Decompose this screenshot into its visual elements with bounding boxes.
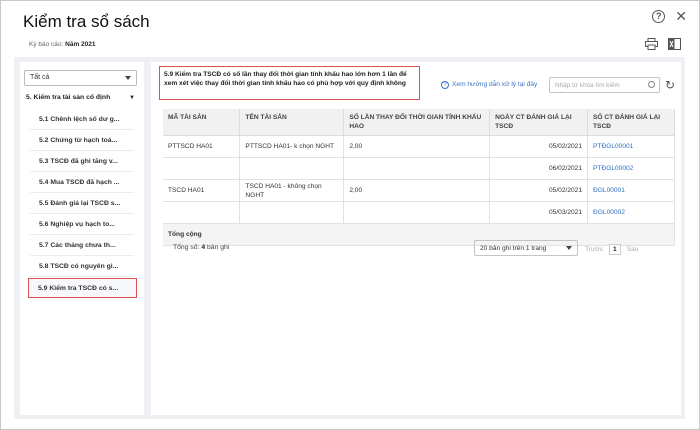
revaluation-date: 06/02/2021 [489, 157, 589, 180]
asset-code [163, 157, 241, 180]
pagination: Trước 1 Sau [585, 244, 638, 255]
change-count [343, 201, 491, 224]
asset-name [239, 157, 345, 180]
dialog-title: Kiểm tra sổ sách [23, 12, 150, 31]
sidebar-item-5-7[interactable]: 5.7 Các tháng chưa th... [30, 236, 134, 256]
period-value: Năm 2021 [65, 41, 96, 48]
revaluation-doc-link[interactable]: PTĐGL00002 [587, 157, 675, 180]
close-icon[interactable]: ✕ [675, 9, 687, 23]
help-icon[interactable]: ? [652, 10, 666, 23]
refresh-icon[interactable]: ↻ [665, 78, 675, 92]
total-label: Tổng cộng [163, 223, 675, 246]
current-page[interactable]: 1 [609, 244, 621, 255]
chevron-down-icon [566, 246, 572, 250]
search-icon[interactable] [648, 81, 655, 88]
column-header[interactable]: MÃ TÀI SẢN [163, 109, 241, 136]
asset-code [163, 201, 241, 224]
window-controls: ? ✕ [652, 9, 687, 23]
page-size-select[interactable]: 20 bản ghi trên 1 trang [474, 240, 578, 256]
excel-export-icon[interactable] [668, 38, 681, 50]
column-header[interactable]: NGÀY CT ĐÁNH GIÁ LẠI TSCĐ [489, 109, 589, 136]
sidebar-item-5-6[interactable]: 5.6 Nghiệp vụ hạch to... [30, 215, 134, 235]
asset-name [239, 201, 345, 224]
question-circle-icon: ? [441, 81, 449, 89]
sidebar-item-5-8[interactable]: 5.8 TSCĐ có nguyên gi... [30, 257, 134, 277]
sidebar-group-header[interactable]: 5. Kiểm tra tài sản cố định ▼ [26, 94, 137, 101]
revaluation-doc-link[interactable]: PTĐGL00001 [587, 135, 675, 158]
toolbar [645, 38, 681, 50]
sidebar-item-5-1[interactable]: 5.1 Chênh lệch số dư g... [30, 110, 134, 130]
table-row[interactable]: 06/02/2021 PTĐGL00002 [163, 157, 675, 180]
filter-value: Tất cả [30, 74, 50, 81]
asset-code: TSCD HA01 [163, 179, 241, 202]
sidebar-item-5-3[interactable]: 5.3 TSCĐ đã ghi tăng v... [30, 152, 134, 172]
asset-name: TSCD HA01 - không chọn NGHT [239, 179, 345, 202]
filter-dropdown[interactable]: Tất cả [24, 70, 137, 86]
change-count [343, 157, 491, 180]
chevron-down-icon: ▼ [129, 95, 135, 101]
revaluation-doc-link[interactable]: ĐGL00001 [587, 179, 675, 202]
report-period: Kỳ báo cáo: Năm 2021 [29, 41, 96, 48]
asset-name: PTTSCD HA01- k chọn NGHT [239, 135, 345, 158]
record-count-value: 4 [201, 244, 206, 251]
results-table: MÃ TÀI SẢN TÊN TÀI SẢN SỐ LẦN THAY ĐỔI T… [163, 109, 675, 246]
sidebar-item-5-4[interactable]: 5.4 Mua TSCĐ đã hạch ... [30, 173, 134, 193]
sidebar-item-5-2[interactable]: 5.2 Chứng từ hạch toá... [30, 131, 134, 151]
page-size-value: 20 bản ghi trên 1 trang [480, 245, 547, 252]
check-description: 5.9 Kiểm tra TSCĐ có số lần thay đổi thờ… [159, 66, 420, 100]
next-page-button[interactable]: Sau [627, 246, 639, 253]
chevron-down-icon [125, 76, 131, 80]
table-row[interactable]: PTTSCD HA01 PTTSCD HA01- k chọn NGHT 2,0… [163, 135, 675, 158]
help-link-label: Xem hướng dẫn xử lý tại đây [452, 81, 538, 88]
record-count-prefix: Tổng số: [173, 244, 200, 251]
asset-code: PTTSCD HA01 [163, 135, 241, 158]
sidebar-item-5-5[interactable]: 5.5 Đánh giá lại TSCĐ s... [30, 194, 134, 214]
record-count: Tổng số: 4 bản ghi [173, 244, 229, 251]
search-placeholder: Nhập từ khóa tìm kiếm [555, 82, 620, 89]
help-link[interactable]: ? Xem hướng dẫn xử lý tại đây [441, 81, 537, 89]
print-icon[interactable] [645, 38, 658, 50]
column-header[interactable]: SỐ LẦN THAY ĐỔI THỜI GIAN TÍNH KHẤU HAO [343, 109, 491, 136]
change-count: 2,00 [343, 135, 491, 158]
table-row[interactable]: TSCD HA01 TSCD HA01 - không chọn NGHT 2,… [163, 179, 675, 202]
search-input[interactable]: Nhập từ khóa tìm kiếm [549, 77, 660, 93]
revaluation-date: 05/02/2021 [489, 135, 589, 158]
prev-page-button[interactable]: Trước [585, 246, 603, 253]
table-header-row: MÃ TÀI SẢN TÊN TÀI SẢN SỐ LẦN THAY ĐỔI T… [163, 109, 675, 136]
period-label: Kỳ báo cáo: [29, 41, 64, 48]
table-row[interactable]: 05/03/2021 ĐGL00002 [163, 201, 675, 224]
sidebar-group-label: 5. Kiểm tra tài sản cố định [26, 94, 111, 101]
sidebar-item-5-9[interactable]: 5.9 Kiểm tra TSCĐ có s... [28, 278, 137, 298]
column-header[interactable]: TÊN TÀI SẢN [239, 109, 345, 136]
column-header[interactable]: SỐ CT ĐÁNH GIÁ LẠI TSCĐ [587, 109, 675, 136]
table-total-row: Tổng cộng [163, 223, 675, 246]
record-count-suffix: bản ghi [207, 244, 230, 251]
revaluation-date: 05/02/2021 [489, 179, 589, 202]
revaluation-doc-link[interactable]: ĐGL00002 [587, 201, 675, 224]
revaluation-date: 05/03/2021 [489, 201, 589, 224]
change-count: 2,00 [343, 179, 491, 202]
